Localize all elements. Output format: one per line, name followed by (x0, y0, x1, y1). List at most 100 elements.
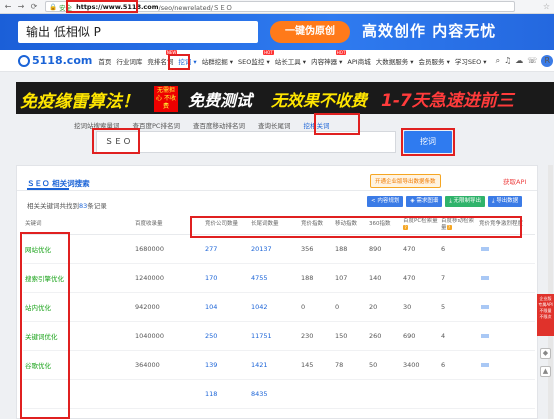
bookmark-star-icon[interactable]: ☆ (543, 2, 550, 11)
column-header-label: 竞价指数 (301, 221, 324, 228)
nav-item[interactable]: 挖词 ▾ (178, 56, 196, 66)
dig-words-button[interactable]: 挖词 (404, 131, 452, 153)
search-tab[interactable]: 挖相关词 (303, 120, 329, 130)
keyword-search-input[interactable]: ＳＥＯ (96, 131, 396, 153)
back-icon[interactable]: ← (3, 2, 13, 12)
cell-long[interactable]: 1042 (249, 292, 299, 322)
search-tab[interactable]: 挖词站搜索量词 (74, 120, 120, 130)
nav-item[interactable]: 学习SEO ▾ (455, 56, 487, 66)
diamond-icon[interactable]: ◆ (540, 348, 551, 359)
tool-button[interactable]: ⤓ 导出数据 (488, 196, 523, 207)
cell-long[interactable]: 1421 (249, 350, 299, 380)
cloud-icon[interactable]: ☁ (515, 56, 523, 65)
help-icon[interactable]: ? (403, 224, 408, 230)
cell-mob: 188 (333, 234, 367, 264)
cell-kw[interactable]: 谷歌优化 (23, 350, 133, 380)
column-header-label: 百度移动检索量 (441, 217, 475, 231)
cell-long[interactable]: 11751 (249, 321, 299, 351)
back-to-top-icon[interactable]: ▲ (540, 366, 551, 377)
column-header[interactable]: 长尾词数量 (249, 216, 299, 235)
table-row[interactable]: 关键词优化 1040000 250 11751 230 150 260 690 4 (23, 321, 535, 351)
lock-icon: 🔒 (49, 2, 58, 11)
column-header[interactable]: 百度移动检索量? (439, 216, 477, 235)
cell-kw[interactable]: 搜索引擎优化 (23, 263, 133, 293)
table-row[interactable]: 网站优化 1680000 277 20137 356 188 890 470 6 (23, 234, 535, 264)
tool-button[interactable]: < 内容规划 (367, 196, 404, 207)
column-header-label: 竞价公司数量 (205, 221, 239, 228)
column-header[interactable]: 竞价竞争激烈程度 (477, 216, 535, 235)
nav-item[interactable]: 首页 (98, 56, 111, 66)
cell-comp[interactable]: 118 (203, 379, 249, 409)
nav-item[interactable]: API商城 (347, 56, 370, 66)
cell-comp[interactable]: 250 (203, 321, 249, 351)
nav-item-label: SEO监控 ▾ (238, 57, 270, 66)
column-header[interactable]: 关键词 (23, 216, 133, 235)
summary-suffix: 条记录 (87, 202, 107, 210)
page-scrollbar[interactable] (548, 165, 553, 419)
banner-rewrite-button[interactable]: 一键伪原创 (270, 21, 350, 43)
column-header[interactable]: 百度收录量 (133, 216, 203, 235)
table-row[interactable]: 118 8435 (23, 379, 535, 409)
tool-button[interactable]: ◈ 需求图谱 (406, 196, 443, 207)
nav-item[interactable]: 会员服务 ▾ (419, 56, 450, 66)
vip-export-tag[interactable]: 开通企业版导出数据条数 (370, 174, 441, 188)
cell-s360: 20 (367, 292, 401, 322)
promo-banner[interactable]: 免疫缘雷算法！ 无需担心 不收费 免费测试 无效果不收费 1-7天急速进前三 (16, 82, 554, 114)
search-icon[interactable]: ⌕ (496, 56, 500, 66)
avatar[interactable]: R (541, 54, 554, 67)
cell-kw[interactable] (23, 379, 133, 409)
api-link[interactable]: 获取API (503, 176, 526, 186)
cell-bid: 356 (299, 234, 333, 264)
nav-item[interactable]: 站长工具 ▾ (275, 56, 306, 66)
logo-icon (18, 54, 30, 67)
nav-item[interactable]: SEO监控 ▾ HOT (238, 49, 274, 66)
cell-mob: 0 (333, 292, 367, 322)
cell-comp[interactable]: 104 (203, 292, 249, 322)
phone-icon[interactable]: ☏ (527, 56, 537, 65)
help-icon[interactable]: ? (446, 224, 452, 230)
cell-long[interactable]: 8435 (249, 379, 299, 409)
promo-text-1: 免疫缘雷算法！ (20, 92, 139, 112)
nav-item[interactable]: 站群挖掘 ▾ (202, 56, 233, 66)
enterprise-api-float[interactable]: 企业版 专属API 不限量 不限次 (537, 294, 554, 336)
nav-item[interactable]: 内容神器 ▾ HOT (311, 49, 347, 66)
column-header[interactable]: 百度PC检索量? (401, 216, 439, 235)
table-row[interactable]: 谷歌优化 364000 139 1421 145 78 50 3400 6 (23, 350, 535, 380)
forward-icon[interactable]: → (16, 2, 26, 12)
table-body: 网站优化 1680000 277 20137 356 188 890 470 6 搜索引擎优化 12… (23, 234, 535, 409)
cell-comp[interactable]: 170 (203, 263, 249, 293)
search-tab[interactable]: 查百度移动排名词 (193, 120, 245, 130)
cell-long[interactable]: 20137 (249, 234, 299, 264)
cell-comp[interactable]: 277 (203, 234, 249, 264)
cell-kw[interactable]: 网站优化 (23, 234, 133, 264)
banner-slogan: 高效创作 内容无忧 (362, 22, 497, 40)
cell-kw[interactable]: 关键词优化 (23, 321, 133, 351)
cell-mob: 107 (333, 263, 367, 293)
column-header[interactable]: 竞价指数 (299, 216, 333, 235)
nav-item[interactable]: 竞排名词 NEW (147, 49, 178, 66)
table-row[interactable]: 搜索引擎优化 1240000 170 4755 188 107 140 470 7 (23, 263, 535, 293)
cell-pc (401, 379, 439, 409)
tool-button[interactable]: ⤓ 无限制导出 (445, 196, 486, 207)
reload-icon[interactable]: ⟳ (29, 2, 39, 12)
site-logo[interactable]: 5118.com (18, 54, 92, 67)
search-tab[interactable]: 查询长尾词 (258, 120, 291, 130)
nav-item-label: 站长工具 ▾ (274, 57, 307, 66)
column-header[interactable]: 竞价公司数量 (203, 216, 249, 235)
cell-long[interactable]: 4755 (249, 263, 299, 293)
nav-item-label: 行业词库 (116, 57, 143, 66)
column-header[interactable]: 移动指数 (333, 216, 367, 235)
bell-icon[interactable]: ♫ (504, 56, 511, 65)
column-header[interactable]: 360指数 (367, 216, 401, 235)
search-tab[interactable]: 查百度PC排名词 (133, 120, 180, 130)
ad-banner[interactable]: 输出 低相似 P 一键伪原创 高效创作 内容无忧 (0, 14, 554, 50)
address-bar[interactable]: 🔒 安全 https://www.5118.com /seo/newrelate… (45, 1, 515, 12)
nav-item-label: 内容神器 ▾ (311, 57, 343, 66)
nav-item[interactable]: 大数据服务 ▾ (376, 56, 414, 66)
cell-comp[interactable]: 139 (203, 350, 249, 380)
competition-bar (481, 333, 489, 338)
cell-s360: 260 (367, 321, 401, 351)
cell-kw[interactable]: 站内优化 (23, 292, 133, 322)
nav-item[interactable]: 行业词库 (116, 56, 142, 66)
table-row[interactable]: 站内优化 942000 104 1042 0 0 20 30 5 (23, 292, 535, 322)
